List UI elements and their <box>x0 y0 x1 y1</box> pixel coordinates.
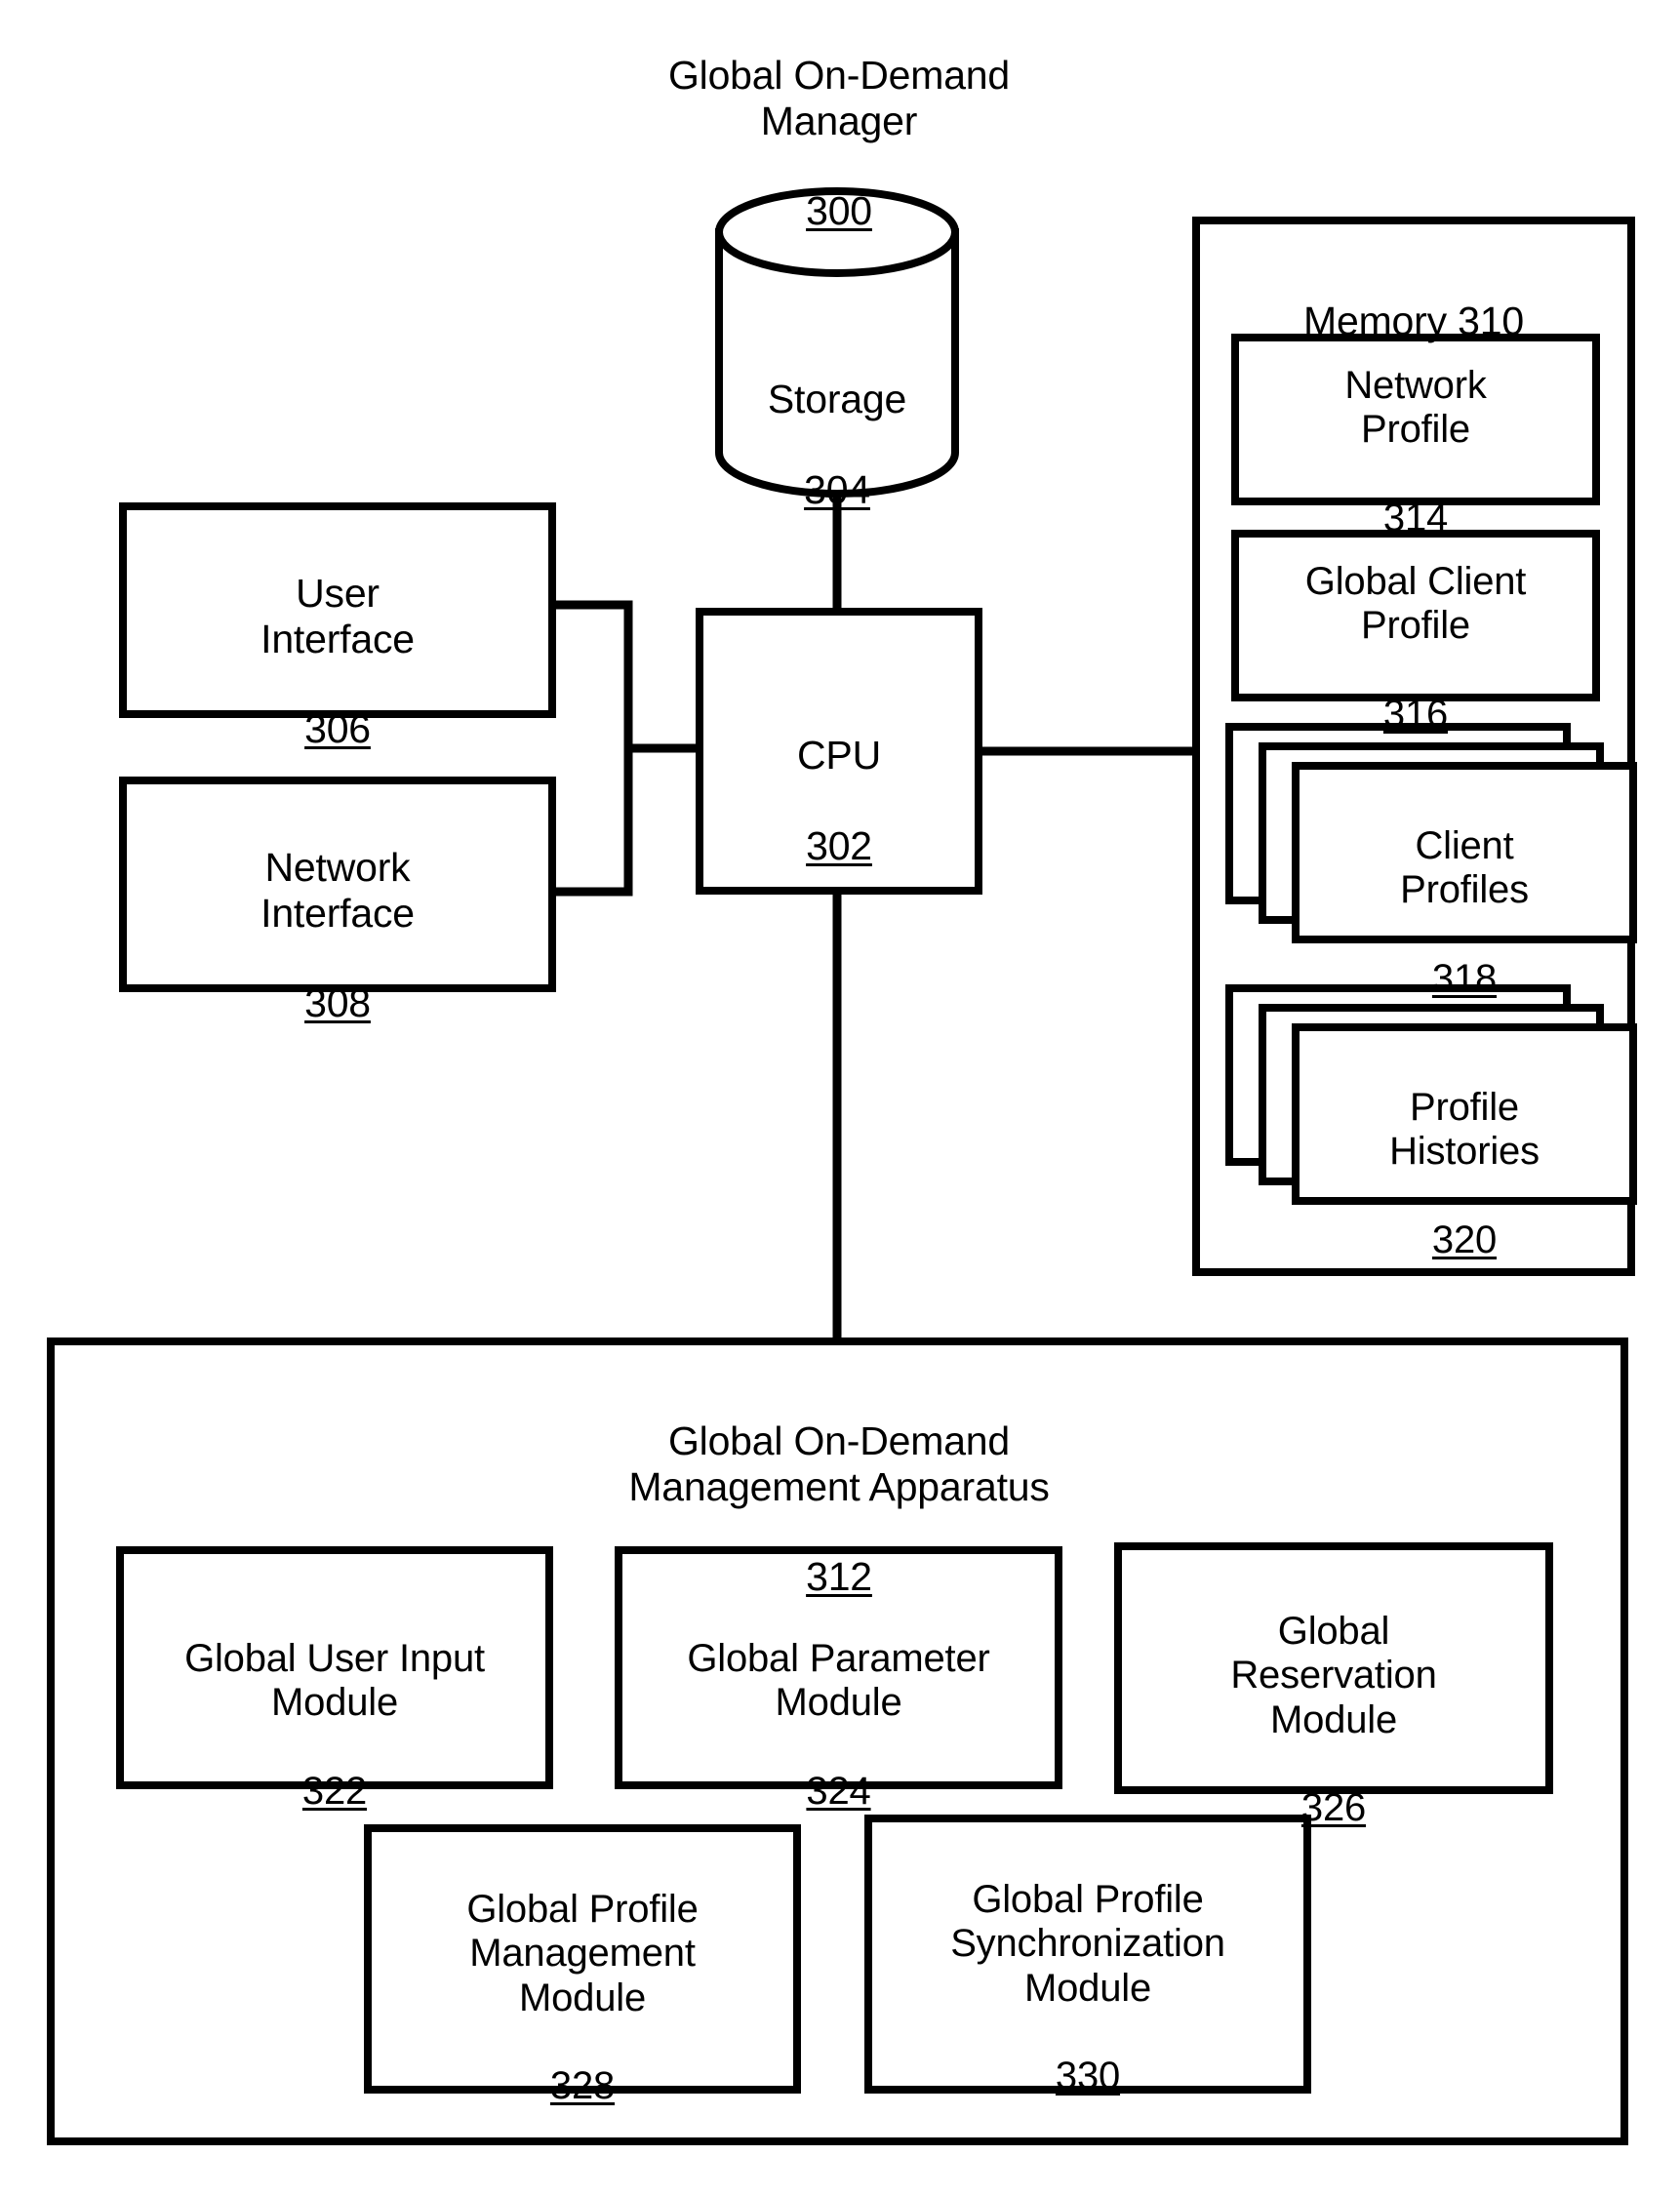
global-client-profile-label: Global Client Profile 316 <box>1235 516 1596 737</box>
module-label-global-reservation-text: Global Reservation Module <box>1230 1610 1437 1741</box>
storage-ref: 304 <box>804 466 870 512</box>
module-label-global-profile-management: Global Profile Management Module 328 <box>368 1844 797 2108</box>
module-label-global-user-input: Global User Input Module 322 <box>115 1593 554 1814</box>
module-label-global-reservation: Global Reservation Module 326 <box>1118 1566 1549 1830</box>
client-profiles-label-text: Client Profiles <box>1400 824 1529 912</box>
module-ref-322: 322 <box>301 1769 368 1813</box>
user-interface-label-text: User Interface <box>260 571 415 661</box>
module-ref-326: 326 <box>1300 1785 1367 1829</box>
module-label-global-parameter-text: Global Parameter Module <box>687 1637 990 1725</box>
cpu-ref: 302 <box>806 822 872 868</box>
user-interface-label: User Interface 306 <box>123 526 552 752</box>
storage-label: Storage 304 <box>719 332 955 512</box>
module-label-global-profile-synchronization: Global Profile Synchronization Module 33… <box>863 1834 1312 2098</box>
client-profiles-ref: 318 <box>1431 956 1498 1000</box>
network-interface-label-text: Network Interface <box>260 845 415 936</box>
patent-figure: Global On-Demand Manager 300 Storage 304… <box>0 0 1680 2196</box>
module-label-global-profile-management-text: Global Profile Management Module <box>466 1888 699 2019</box>
connector-interfaces-bus <box>552 600 633 897</box>
network-interface-ref: 308 <box>304 980 371 1026</box>
cpu-label-text: CPU <box>797 733 881 779</box>
client-profiles-label: Client Profiles 318 <box>1296 780 1633 1001</box>
module-ref-328: 328 <box>549 2063 616 2107</box>
module-ref-324: 324 <box>806 1769 871 1813</box>
apparatus-heading-text: Global On-Demand Management Apparatus <box>628 1418 1050 1509</box>
network-profile-label-text: Network Profile <box>1344 364 1487 452</box>
network-interface-label: Network Interface 308 <box>123 800 552 1026</box>
module-label-global-user-input-text: Global User Input Module <box>184 1637 485 1725</box>
profile-histories-label-text: Profile Histories <box>1389 1086 1540 1174</box>
global-client-profile-ref: 316 <box>1382 692 1449 736</box>
module-label-global-profile-synchronization-text: Global Profile Synchronization Module <box>950 1878 1225 2010</box>
storage-label-text: Storage <box>767 377 907 422</box>
module-label-global-parameter: Global Parameter Module 324 <box>619 1593 1059 1814</box>
network-profile-label: Network Profile 314 <box>1235 320 1596 540</box>
user-interface-ref: 306 <box>304 706 371 752</box>
figure-title-ref: 300 <box>806 188 872 234</box>
profile-histories-ref: 320 <box>1431 1218 1498 1261</box>
figure-title: Global On-Demand Manager 300 <box>517 8 1161 234</box>
cpu-label: CPU 302 <box>700 688 979 868</box>
profile-histories-label: Profile Histories 320 <box>1296 1042 1633 1262</box>
figure-title-text: Global On-Demand Manager <box>667 53 1011 143</box>
global-client-profile-label-text: Global Client Profile <box>1304 560 1527 648</box>
module-ref-330: 330 <box>1055 2054 1121 2097</box>
